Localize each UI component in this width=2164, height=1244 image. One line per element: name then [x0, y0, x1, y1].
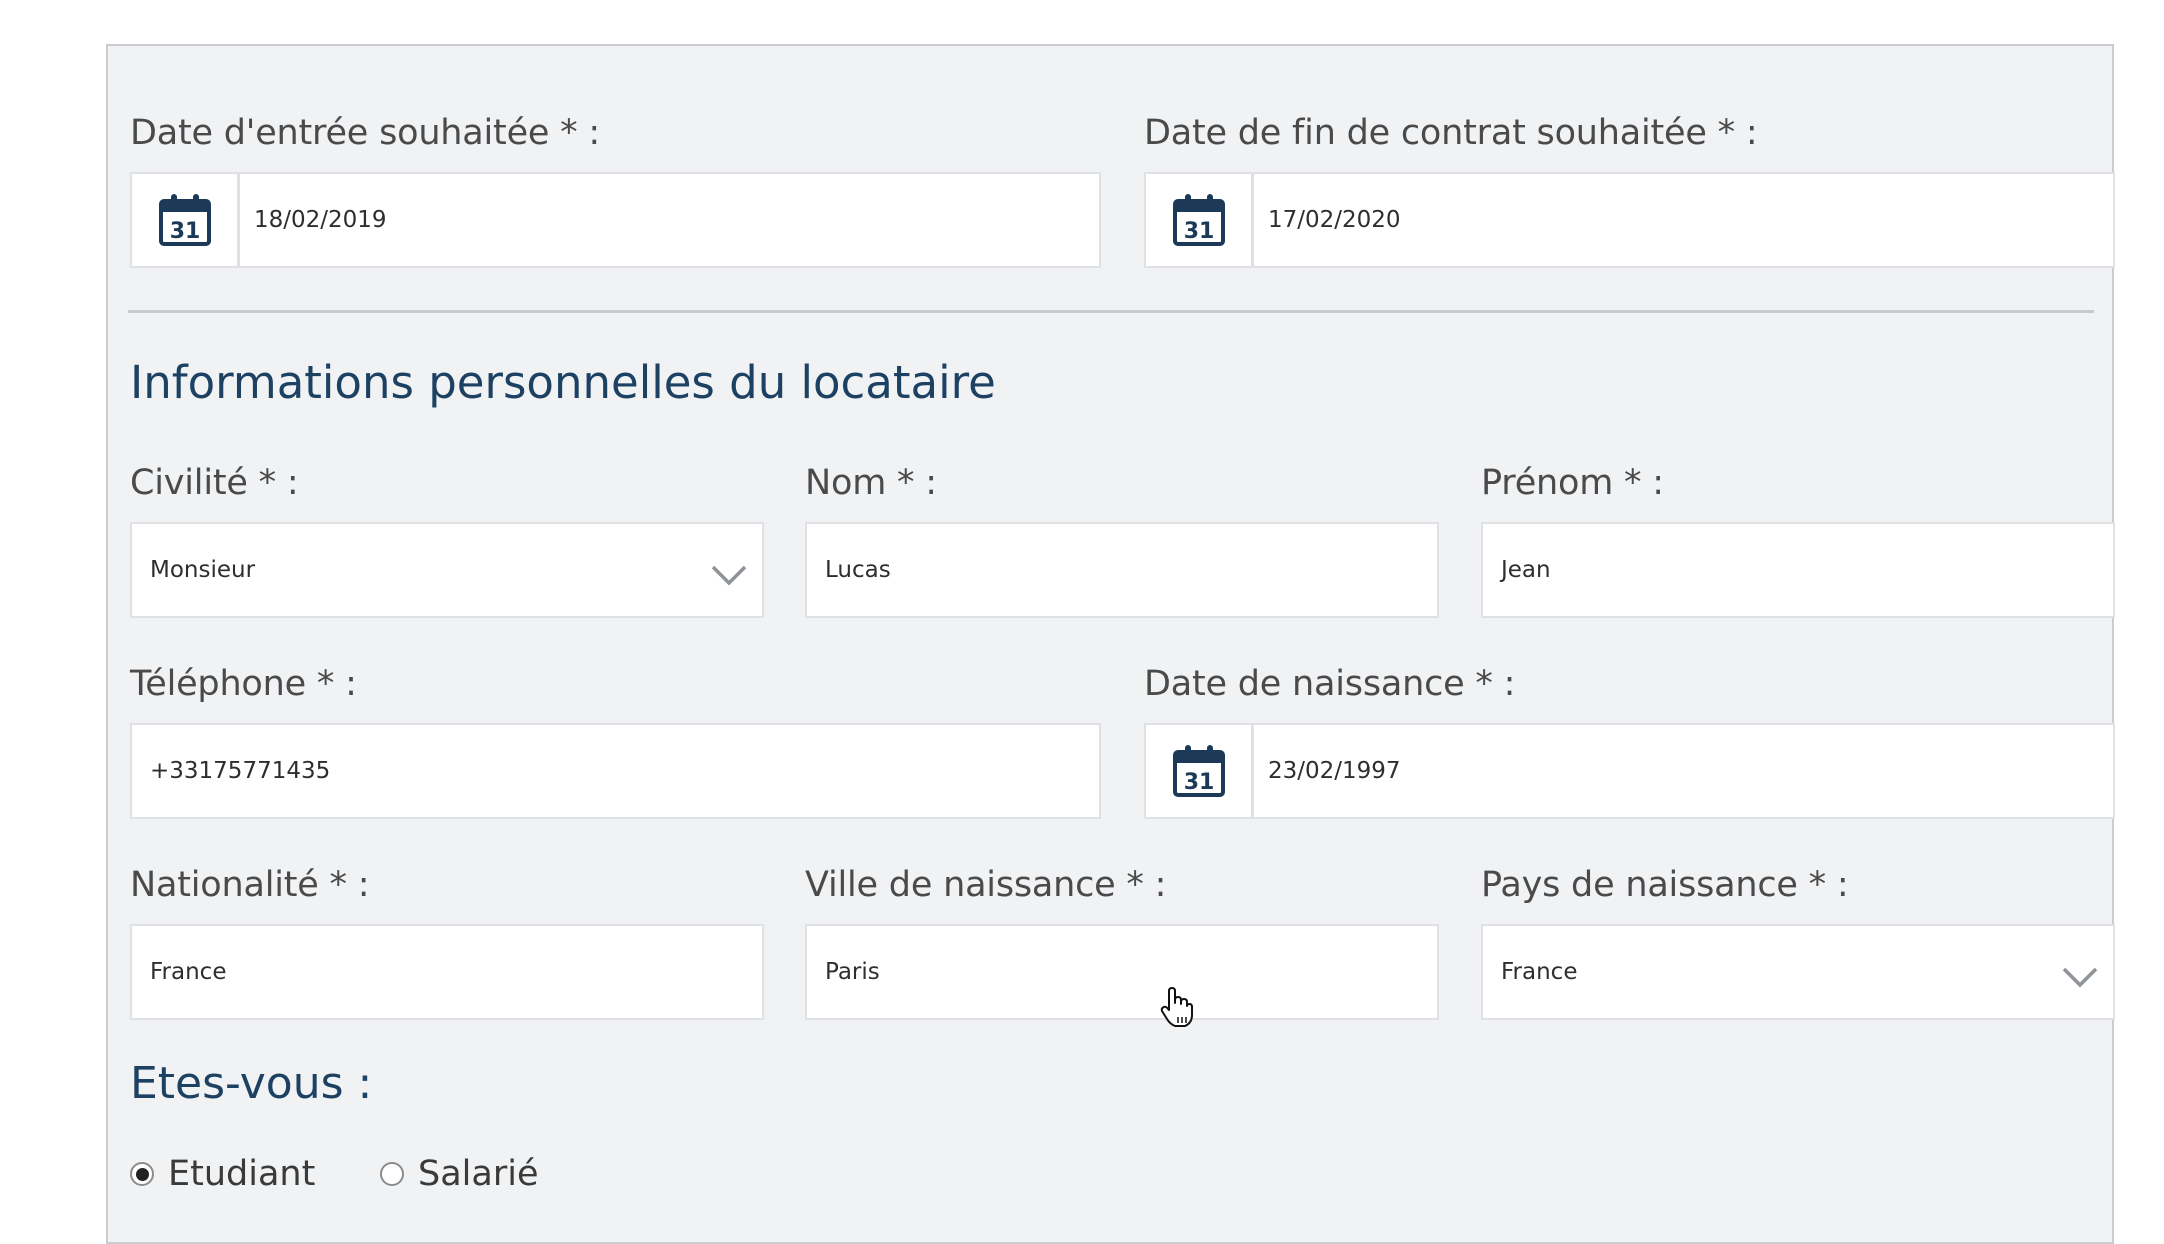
radio-button[interactable]	[380, 1162, 404, 1186]
nationalite-label: Nationalité * :	[130, 865, 370, 905]
radio-button[interactable]	[130, 1162, 154, 1186]
svg-text:31: 31	[1183, 770, 1214, 795]
telephone-label: Téléphone * :	[130, 664, 357, 704]
civilite-select[interactable]: Monsieur	[130, 522, 764, 618]
status-title: Etes-vous :	[130, 1058, 373, 1109]
svg-text:31: 31	[1183, 219, 1214, 244]
nom-input[interactable]: Lucas	[805, 522, 1439, 618]
civilite-value: Monsieur	[150, 557, 256, 583]
ville-naissance-label: Ville de naissance * :	[805, 865, 1167, 905]
pays-naissance-label: Pays de naissance * :	[1481, 865, 1849, 905]
pays-naissance-select[interactable]: France	[1481, 924, 2115, 1020]
section-divider	[128, 310, 2094, 313]
radio-salarie-label: Salarié	[418, 1154, 539, 1194]
prenom-input[interactable]: Jean	[1481, 522, 2115, 618]
chevron-down-icon[interactable]	[2061, 966, 2099, 988]
date-naissance-value: 23/02/1997	[1268, 758, 1401, 784]
ville-naissance-input[interactable]: Paris	[805, 924, 1439, 1020]
radio-etudiant-label: Etudiant	[168, 1154, 316, 1194]
form-panel: Date d'entrée souhaitée * : 31 18/02/201…	[106, 44, 2115, 1244]
nom-label: Nom * :	[805, 463, 937, 503]
prenom-value: Jean	[1501, 557, 1551, 583]
date-entree-field[interactable]: 31 18/02/2019	[130, 172, 1101, 268]
radio-etudiant[interactable]: Etudiant	[130, 1154, 315, 1194]
date-entree-label: Date d'entrée souhaitée * :	[130, 113, 600, 153]
calendar-icon[interactable]: 31	[1146, 174, 1254, 266]
date-fin-label: Date de fin de contrat souhaitée * :	[1144, 113, 1758, 153]
date-naissance-field[interactable]: 31 23/02/1997	[1144, 723, 2115, 819]
section-title: Informations personnelles du locataire	[130, 356, 996, 409]
nationalite-value: France	[150, 959, 227, 985]
calendar-icon[interactable]: 31	[1146, 725, 1254, 817]
date-fin-value: 17/02/2020	[1268, 207, 1401, 233]
hand-pointer-icon	[1160, 987, 1193, 1027]
pays-naissance-value: France	[1501, 959, 1578, 985]
svg-text:31: 31	[169, 219, 200, 244]
date-fin-field[interactable]: 31 17/02/2020	[1144, 172, 2115, 268]
telephone-input[interactable]: +33175771435	[130, 723, 1101, 819]
date-entree-value: 18/02/2019	[254, 207, 387, 233]
civilite-label: Civilité * :	[130, 463, 299, 503]
nationalite-input[interactable]: France	[130, 924, 764, 1020]
radio-salarie[interactable]: Salarié	[380, 1154, 538, 1194]
ville-naissance-value: Paris	[825, 959, 880, 985]
date-naissance-label: Date de naissance * :	[1144, 664, 1516, 704]
prenom-label: Prénom * :	[1481, 463, 1664, 503]
chevron-down-icon[interactable]	[710, 564, 748, 586]
calendar-icon[interactable]: 31	[132, 174, 240, 266]
nom-value: Lucas	[825, 557, 891, 583]
telephone-value: +33175771435	[150, 758, 331, 784]
